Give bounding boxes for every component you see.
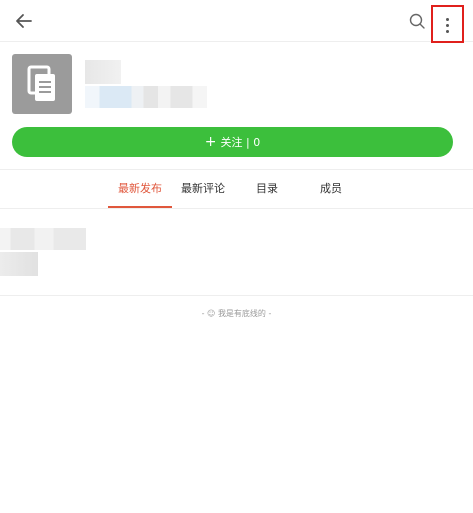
divider: [0, 295, 473, 296]
documents-icon: [27, 65, 55, 101]
blurred-post-title[interactable]: [0, 228, 86, 250]
tab-latest-posts[interactable]: 最新发布: [108, 170, 172, 208]
tab-catalog[interactable]: 目录: [244, 170, 290, 208]
tab-members[interactable]: 成员: [306, 170, 356, 208]
divider: [0, 208, 473, 209]
follow-label: 关注 | 0: [220, 136, 261, 149]
plus-icon: +: [204, 134, 217, 150]
tab-bar: 最新发布 最新评论 目录 成员: [0, 170, 473, 209]
blurred-description: [85, 86, 207, 108]
more-vertical-icon[interactable]: [431, 5, 464, 43]
follow-button[interactable]: + 关注 | 0: [12, 127, 453, 157]
avatar: [12, 54, 72, 114]
blurred-post-meta: [0, 252, 38, 276]
blurred-name: [85, 60, 121, 84]
search-icon[interactable]: [408, 12, 426, 30]
top-bar: [0, 0, 473, 43]
tab-latest-comments[interactable]: 最新评论: [172, 170, 234, 208]
arrow-left-icon[interactable]: [14, 11, 34, 31]
end-of-list-note: - ☺ 我是有底线的 -: [201, 309, 272, 318]
